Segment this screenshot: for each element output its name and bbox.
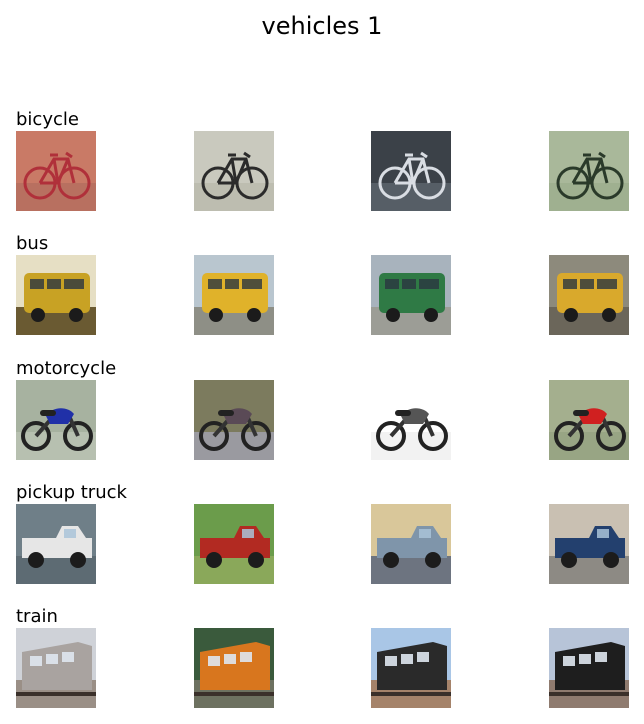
train-thumbnail-1 <box>16 628 96 708</box>
bicycle-icon <box>16 131 96 211</box>
train-thumbnail-3 <box>371 628 451 708</box>
motorcycle-thumbnail-2 <box>194 380 274 460</box>
bicycle-thumbnail-1 <box>16 131 96 211</box>
train-thumbnail-4 <box>549 628 629 708</box>
bus-thumbnail-1 <box>16 255 96 335</box>
figure-title: vehicles 1 <box>261 12 383 40</box>
motorcycle-thumbnail-1 <box>16 380 96 460</box>
bus-icon <box>371 255 451 335</box>
bus-thumbnail-3 <box>371 255 451 335</box>
bus-icon <box>16 255 96 335</box>
pickup-truck-thumbnail-1 <box>16 504 96 584</box>
pickup-truck-icon <box>371 504 451 584</box>
bicycle-thumbnail-4 <box>549 131 629 211</box>
bicycle-icon <box>371 131 451 211</box>
bicycle-thumbnail-3 <box>371 131 451 211</box>
pickup-truck-icon <box>16 504 96 584</box>
pickup-truck-thumbnail-4 <box>549 504 629 584</box>
train-icon <box>16 628 96 708</box>
row-label-bus: bus <box>16 233 49 254</box>
motorcycle-icon <box>371 380 451 460</box>
bicycle-icon <box>194 131 274 211</box>
bicycle-thumbnail-2 <box>194 131 274 211</box>
pickup-truck-thumbnail-3 <box>371 504 451 584</box>
train-icon <box>194 628 274 708</box>
motorcycle-icon <box>549 380 629 460</box>
bus-icon <box>194 255 274 335</box>
bicycle-icon <box>549 131 629 211</box>
row-label-train: train <box>16 606 58 627</box>
bus-thumbnail-4 <box>549 255 629 335</box>
bus-icon <box>549 255 629 335</box>
train-icon <box>549 628 629 708</box>
train-icon <box>371 628 451 708</box>
row-label-bicycle: bicycle <box>16 109 79 130</box>
motorcycle-icon <box>194 380 274 460</box>
row-label-motorcycle: motorcycle <box>16 358 117 379</box>
bus-thumbnail-2 <box>194 255 274 335</box>
pickup-truck-thumbnail-2 <box>194 504 274 584</box>
motorcycle-thumbnail-3 <box>371 380 451 460</box>
row-label-pickup-truck: pickup truck <box>16 482 127 503</box>
train-thumbnail-2 <box>194 628 274 708</box>
motorcycle-thumbnail-4 <box>549 380 629 460</box>
pickup-truck-icon <box>549 504 629 584</box>
pickup-truck-icon <box>194 504 274 584</box>
motorcycle-icon <box>16 380 96 460</box>
